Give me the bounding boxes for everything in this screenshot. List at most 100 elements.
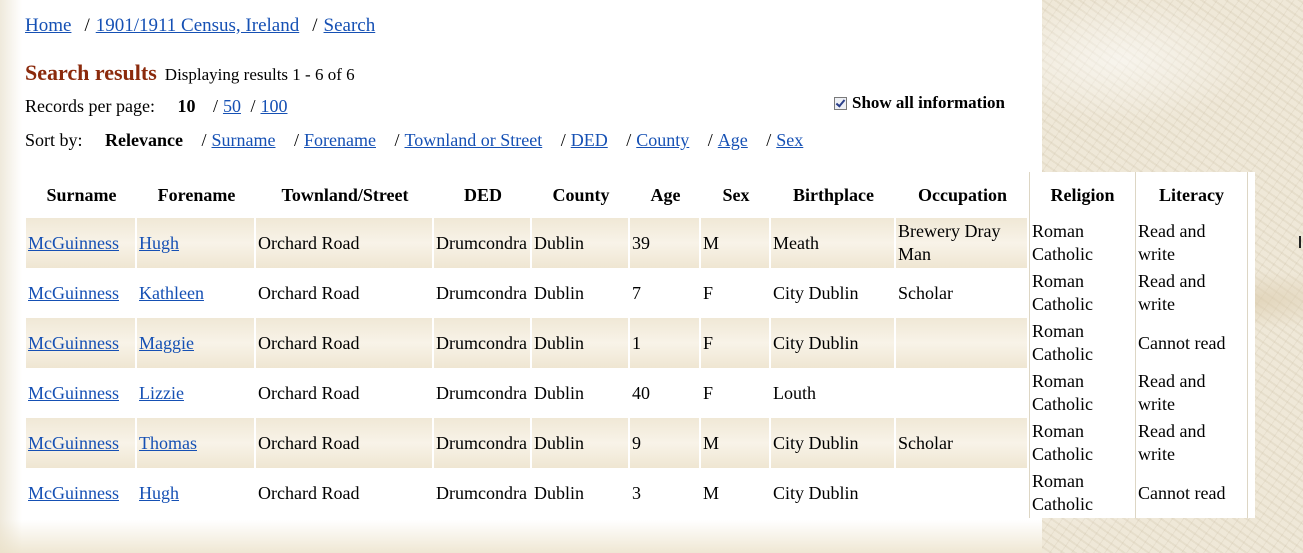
table-row: McGuinness Lizzie Orchard Road Drumcondr…: [26, 368, 1255, 418]
sex-cell: M: [701, 418, 771, 468]
show-all-information[interactable]: Show all information: [834, 93, 1005, 113]
ded-cell: Drumcondra: [434, 368, 532, 418]
forename-link[interactable]: Hugh: [139, 233, 179, 253]
sort-separator: /: [766, 130, 772, 150]
breadcrumb-separator: /: [312, 15, 318, 36]
column-header-county: County: [532, 172, 630, 218]
county-cell: Dublin: [532, 468, 630, 518]
county-cell: Dublin: [532, 418, 630, 468]
sort-separator: /: [626, 130, 632, 150]
breadcrumb-search-link[interactable]: Search: [324, 15, 376, 36]
overflow-cell: [1247, 318, 1255, 368]
surname-link[interactable]: McGuinness: [28, 283, 119, 303]
surname-link[interactable]: McGuinness: [28, 233, 119, 253]
column-header-literacy: Literacy: [1135, 172, 1247, 218]
sort-separator: /: [560, 130, 566, 150]
results-count: Displaying results 1 - 6 of 6: [164, 65, 355, 84]
occupation-cell: Scholar: [896, 268, 1029, 318]
occupation-cell: [896, 318, 1029, 368]
sort-by-label: Sort by:: [25, 130, 83, 150]
table-header-row: Surname Forename Townland/Street DED Cou…: [26, 172, 1255, 218]
column-header-age: Age: [630, 172, 701, 218]
page-title: Search results: [25, 60, 157, 85]
birthplace-cell: City Dublin: [771, 318, 896, 368]
surname-link[interactable]: McGuinness: [28, 483, 119, 503]
column-header-sex: Sex: [701, 172, 771, 218]
sort-separator: /: [201, 130, 207, 150]
sort-townland-link[interactable]: Townland or Street: [405, 130, 543, 150]
ded-cell: Drumcondra: [434, 268, 532, 318]
per-page-label: Records per page:: [25, 96, 155, 116]
breadcrumb-census-link[interactable]: 1901/1911 Census, Ireland: [96, 15, 300, 36]
occupation-cell: Brewery Dray Man: [896, 218, 1029, 268]
per-page-option-50[interactable]: 50: [223, 96, 241, 116]
table-row: McGuinness Kathleen Orchard Road Drumcon…: [26, 268, 1255, 318]
surname-link[interactable]: McGuinness: [28, 333, 119, 353]
results-table: Surname Forename Townland/Street DED Cou…: [26, 172, 1255, 518]
religion-cell: Roman Catholic: [1029, 418, 1135, 468]
show-all-checkbox[interactable]: [834, 96, 847, 110]
sort-forename-link[interactable]: Forename: [304, 130, 376, 150]
per-page-option-100[interactable]: 100: [260, 96, 287, 116]
sort-ded-link[interactable]: DED: [571, 130, 608, 150]
column-header-birthplace: Birthplace: [771, 172, 896, 218]
occupation-cell: [896, 468, 1029, 518]
results-title-row: Search results Displaying results 1 - 6 …: [25, 60, 355, 86]
age-cell: 40: [630, 368, 701, 418]
age-cell: 7: [630, 268, 701, 318]
forename-link[interactable]: Hugh: [139, 483, 179, 503]
overflow-cell: [1247, 418, 1255, 468]
religion-cell: Roman Catholic: [1029, 268, 1135, 318]
religion-cell: Roman Catholic: [1029, 368, 1135, 418]
occupation-cell: Scholar: [896, 418, 1029, 468]
column-header-surname: Surname: [26, 172, 137, 218]
column-header-overflow: [1247, 172, 1255, 218]
records-per-page: Records per page: 10 /50 /100: [25, 96, 287, 117]
forename-link[interactable]: Lizzie: [139, 383, 184, 403]
sort-separator: /: [707, 130, 713, 150]
per-page-separator: /: [250, 96, 256, 116]
column-header-forename: Forename: [137, 172, 256, 218]
religion-cell: Roman Catholic: [1029, 468, 1135, 518]
column-header-ded: DED: [434, 172, 532, 218]
literacy-cell: Read and write: [1135, 268, 1247, 318]
sex-cell: F: [701, 368, 771, 418]
breadcrumb: Home / 1901/1911 Census, Ireland / Search: [25, 15, 375, 37]
sort-separator: /: [394, 130, 400, 150]
overflow-cell: [1247, 218, 1255, 268]
age-cell: 9: [630, 418, 701, 468]
panel-bottom-fade: [0, 520, 1042, 553]
breadcrumb-separator: /: [84, 15, 90, 36]
forename-link[interactable]: Kathleen: [139, 283, 204, 303]
per-page-separator: /: [212, 96, 218, 116]
birthplace-cell: Meath: [771, 218, 896, 268]
panel-edge-shadow: [0, 0, 22, 553]
breadcrumb-home-link[interactable]: Home: [25, 15, 71, 36]
ded-cell: Drumcondra: [434, 218, 532, 268]
county-cell: Dublin: [532, 218, 630, 268]
age-cell: 3: [630, 468, 701, 518]
sex-cell: F: [701, 268, 771, 318]
county-cell: Dublin: [532, 318, 630, 368]
table-row: McGuinness Hugh Orchard Road Drumcondra …: [26, 468, 1255, 518]
forename-link[interactable]: Thomas: [139, 433, 197, 453]
sex-cell: M: [701, 468, 771, 518]
surname-link[interactable]: McGuinness: [28, 433, 119, 453]
sort-county-link[interactable]: County: [636, 130, 689, 150]
ded-cell: Drumcondra: [434, 418, 532, 468]
religion-cell: Roman Catholic: [1029, 318, 1135, 368]
birthplace-cell: City Dublin: [771, 268, 896, 318]
townland-cell: Orchard Road: [256, 318, 434, 368]
birthplace-cell: City Dublin: [771, 468, 896, 518]
sex-cell: M: [701, 218, 771, 268]
age-cell: 1: [630, 318, 701, 368]
literacy-cell: Cannot read: [1135, 468, 1247, 518]
column-header-occupation: Occupation: [896, 172, 1029, 218]
forename-link[interactable]: Maggie: [139, 333, 194, 353]
sort-age-link[interactable]: Age: [718, 130, 748, 150]
sort-sex-link[interactable]: Sex: [776, 130, 803, 150]
sort-surname-link[interactable]: Surname: [212, 130, 276, 150]
townland-cell: Orchard Road: [256, 468, 434, 518]
townland-cell: Orchard Road: [256, 418, 434, 468]
surname-link[interactable]: McGuinness: [28, 383, 119, 403]
